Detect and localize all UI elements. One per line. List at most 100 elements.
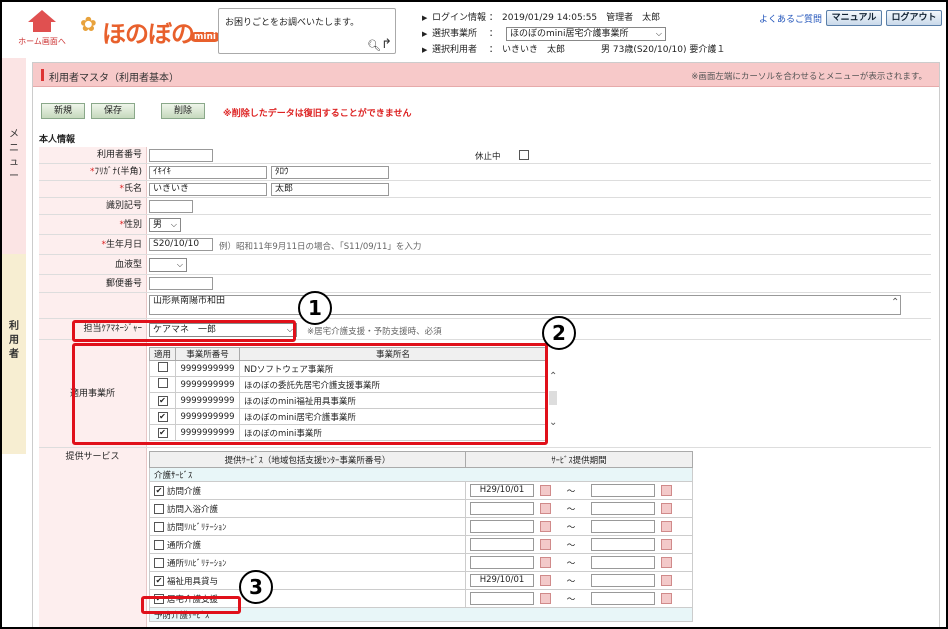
help-search-box[interactable]: お困りごとをお調べいたします。 🔍︎ ↱ [218, 8, 396, 54]
calendar-icon[interactable] [661, 539, 672, 550]
user-no-input[interactable] [149, 149, 213, 162]
callout-number-1: 1 [298, 291, 332, 325]
calendar-icon[interactable] [540, 593, 551, 604]
highlight-home-care-support [141, 596, 241, 614]
service-name-cell: 訪問ﾘﾊﾋﾞﾘﾃｰｼｮﾝ [149, 517, 466, 536]
service-row: 訪問ﾘﾊﾋﾞﾘﾃｰｼｮﾝ～ [149, 517, 693, 536]
service-period-cell: ～ [465, 553, 693, 572]
service-checkbox[interactable] [154, 504, 164, 514]
services-header-row: 提供ｻｰﾋﾞｽ（地域包括支援ｾﾝﾀｰ事業所番号） ｻｰﾋﾞｽ提供期間 [149, 451, 693, 468]
service-row: ✔ 訪問介護 H29/10/01 ～ [149, 481, 693, 500]
chevron-down-icon: ⌵ [655, 29, 662, 38]
offices-scroll-down-icon[interactable]: ⌄ [549, 417, 557, 428]
triangle-icon: ▶ [422, 14, 428, 22]
delete-warning: ※削除したデータは復旧することができません [223, 109, 412, 119]
page-title: 利用者マスタ（利用者基本） [49, 73, 179, 84]
suspended-label: 休止中 [475, 152, 501, 162]
calendar-icon[interactable] [661, 575, 672, 586]
kana-first-input[interactable]: ﾀﾛｳ [271, 166, 389, 179]
services-group-care: 介護ｻｰﾋﾞｽ [149, 467, 693, 482]
gender-select[interactable]: 男 ⌵ [149, 218, 181, 232]
service-name-cell: ✔ 訪問介護 [149, 481, 466, 500]
calendar-icon[interactable] [540, 575, 551, 586]
service-checkbox[interactable]: ✔ [154, 576, 164, 586]
id-code-input[interactable] [149, 200, 193, 213]
side-user-tab[interactable]: 利用者 [2, 254, 26, 454]
service-start-input[interactable] [470, 520, 534, 533]
service-start-input[interactable] [470, 502, 534, 515]
calendar-icon[interactable] [661, 593, 672, 604]
service-end-input[interactable] [591, 538, 655, 551]
chevron-down-icon: ⌵ [170, 220, 177, 229]
service-name-cell: ✔ 福祉用具貸与 [149, 571, 466, 590]
calendar-icon[interactable] [661, 521, 672, 532]
label-user-no: 利用者番号 [39, 147, 147, 163]
row-name: *氏名 いきいき 太郎 [39, 181, 931, 198]
label-address [39, 293, 147, 318]
service-start-input[interactable] [470, 538, 534, 551]
logo-text: ほのぼの [102, 20, 195, 48]
birth-input[interactable]: S20/10/10 [149, 238, 213, 251]
service-end-input[interactable] [591, 574, 655, 587]
calendar-icon[interactable] [540, 503, 551, 514]
logout-button[interactable]: ログアウト [886, 10, 942, 26]
save-button[interactable]: 保存 [91, 103, 135, 119]
service-start-input[interactable] [470, 592, 534, 605]
side-menu-tab[interactable]: メニュー [2, 58, 26, 254]
calendar-icon[interactable] [661, 503, 672, 514]
calendar-icon[interactable] [661, 557, 672, 568]
enter-arrow-icon[interactable]: ↱ [381, 37, 392, 52]
calendar-icon[interactable] [540, 521, 551, 532]
address-textarea[interactable]: 山形県南陽市和田 [149, 295, 901, 315]
service-start-input[interactable]: H29/10/01 [470, 484, 534, 497]
label-id-code: 識別記号 [39, 198, 147, 214]
offices-scroll-up-icon[interactable]: ⌃ [549, 371, 557, 382]
suspended-checkbox[interactable] [519, 150, 529, 160]
calendar-icon[interactable] [540, 485, 551, 496]
service-end-input[interactable] [591, 592, 655, 605]
service-end-input[interactable] [591, 520, 655, 533]
service-checkbox[interactable] [154, 522, 164, 532]
search-icon[interactable]: 🔍︎ [367, 39, 381, 52]
delete-button[interactable]: 削除 [161, 103, 205, 119]
service-row: ✔ 福祉用具貸与 H29/10/01 ～ [149, 571, 693, 590]
service-period-cell: H29/10/01 ～ [465, 481, 693, 500]
name-last-input[interactable]: いきいき [149, 183, 267, 196]
logo-sub: mini [190, 32, 220, 42]
screen-frame: ホーム画面へ ✿ ほのぼの mini お困りごとをお調べいたします。 🔍︎ ↱ … [0, 0, 948, 629]
home-button[interactable]: ホーム画面へ [16, 10, 68, 52]
name-first-input[interactable]: 太郎 [271, 183, 389, 196]
triangle-icon: ▶ [422, 30, 428, 38]
new-button[interactable]: 新規 [41, 103, 85, 119]
label-blood: 血液型 [39, 255, 147, 274]
service-start-input[interactable]: H29/10/01 [470, 574, 534, 587]
service-end-input[interactable] [591, 556, 655, 569]
callout-number-3: 3 [239, 570, 273, 604]
scroll-up-icon[interactable]: ⌃ [891, 297, 899, 308]
postal-input[interactable] [149, 277, 213, 290]
calendar-icon[interactable] [661, 485, 672, 496]
service-end-input[interactable] [591, 484, 655, 497]
login-info-row: ▶ ログイン情報 ： 2019/01/29 14:05:55 管理者 太郎 [422, 10, 752, 26]
service-checkbox[interactable] [154, 540, 164, 550]
app-logo: ✿ ほのぼの mini [80, 10, 220, 50]
row-id-code: 識別記号 [39, 198, 931, 215]
service-row: 通所ﾘﾊﾋﾞﾘﾃｰｼｮﾝ～ [149, 553, 693, 572]
offices-scrollbar-thumb[interactable] [549, 391, 557, 405]
section-title: 本人情報 [39, 135, 76, 145]
manual-button[interactable]: マニュアル [826, 10, 882, 26]
logo-flower-icon: ✿ [80, 12, 97, 36]
home-label: ホーム画面へ [18, 37, 66, 46]
blood-select[interactable]: ⌵ [149, 258, 187, 272]
office-select[interactable]: ほのぼのmini居宅介護事業所 ⌵ [506, 27, 666, 41]
faq-link[interactable]: よくあるご質問 [759, 12, 822, 25]
service-start-input[interactable] [470, 556, 534, 569]
calendar-icon[interactable] [540, 557, 551, 568]
calendar-icon[interactable] [540, 539, 551, 550]
service-checkbox[interactable]: ✔ [154, 486, 164, 496]
service-row: 訪問入浴介護～ [149, 499, 693, 518]
service-end-input[interactable] [591, 502, 655, 515]
kana-last-input[interactable]: ｲｷｲｷ [149, 166, 267, 179]
service-period-cell: ～ [465, 499, 693, 518]
service-checkbox[interactable] [154, 558, 164, 568]
